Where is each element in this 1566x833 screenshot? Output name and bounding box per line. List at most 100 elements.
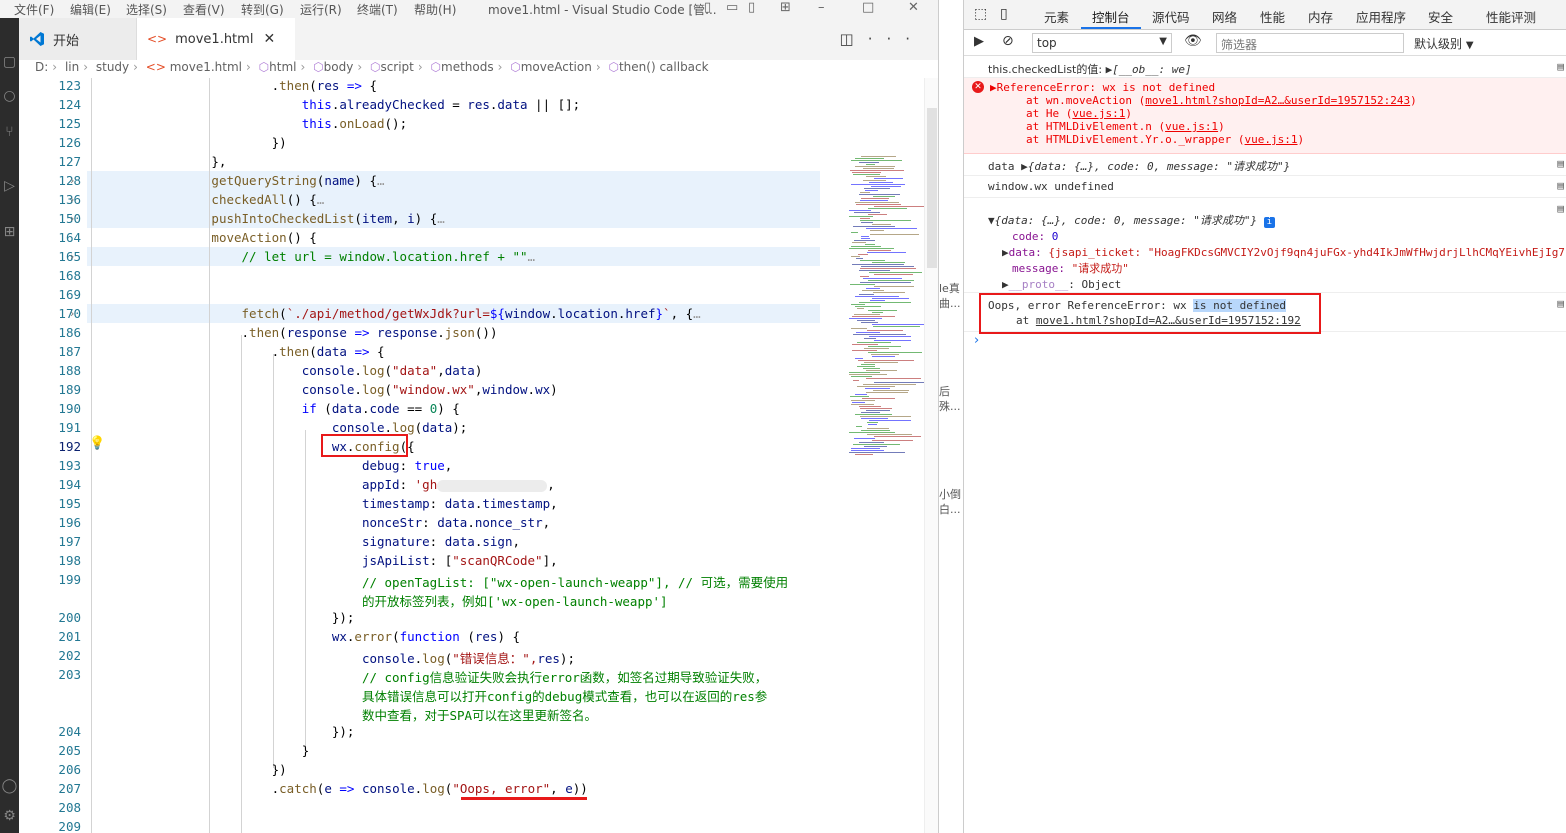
source-control-icon[interactable]: ⑂: [0, 124, 19, 148]
tab-network[interactable]: 网络: [1212, 7, 1237, 26]
manage-gear-icon[interactable]: ⚙: [0, 808, 19, 832]
stack-frame: at HTMLDivElement.n (vue.js:1): [1026, 120, 1225, 133]
split-editor-icon[interactable]: ◫: [840, 30, 868, 48]
device-toolbar-icon[interactable]: ▯: [1000, 6, 1008, 22]
crumb-lin[interactable]: lin: [65, 60, 79, 74]
strip-text: 小倒: [939, 488, 961, 501]
tab-move1-html[interactable]: <> move1.html ✕: [137, 18, 295, 60]
console-message[interactable]: this.checkedList的值: ▶[__ob__: we] ▤: [964, 58, 1566, 78]
console-message[interactable]: data ▶{data: {…}, code: 0, message: "请求成…: [964, 155, 1566, 176]
expand-triangle-icon[interactable]: ▶: [1002, 246, 1009, 259]
menu-help[interactable]: 帮助(H): [414, 1, 456, 18]
menu-selection[interactable]: 选择(S): [126, 1, 167, 18]
chevron-down-icon: ▼: [1465, 40, 1474, 51]
crumb-study[interactable]: study: [96, 60, 129, 74]
close-tab-icon[interactable]: ✕: [263, 31, 275, 47]
crumb-drive[interactable]: D:: [35, 60, 48, 74]
log-level-select[interactable]: 默认级别 ▼: [1414, 35, 1474, 52]
tab-memory[interactable]: 内存: [1308, 7, 1333, 26]
source-link[interactable]: vue.js:1: [1165, 120, 1218, 133]
tab-lighthouse[interactable]: 性能评测: [1486, 7, 1536, 26]
line-number: 189: [58, 382, 81, 397]
code-line: console.log(data);: [331, 420, 468, 435]
message-menu-icon[interactable]: ▤: [1557, 157, 1564, 170]
code-line: }: [91, 743, 310, 758]
sidebar-toggle-icon[interactable]: ▶: [974, 34, 984, 49]
expand-triangle-icon[interactable]: ▶: [1002, 278, 1009, 291]
editor-scrollbar[interactable]: [924, 78, 938, 833]
editor-actions: ◫···: [840, 30, 925, 48]
message-menu-icon[interactable]: ▤: [1557, 296, 1564, 311]
tab-performance[interactable]: 性能: [1260, 7, 1285, 26]
object-preview[interactable]: [__ob__: we]: [1112, 63, 1191, 76]
fold-chevron-icon[interactable]: ›: [70, 174, 74, 187]
context-select[interactable]: top ▼: [1032, 33, 1172, 53]
line-number: 208: [58, 800, 81, 815]
expand-triangle-icon[interactable]: ▶: [990, 81, 997, 94]
line-number: 205: [58, 743, 81, 758]
tab-elements[interactable]: 元素: [1044, 7, 1069, 26]
code-line: });: [91, 724, 355, 739]
crumb-moveaction[interactable]: moveAction: [521, 60, 592, 74]
source-link[interactable]: vue.js:1: [1072, 107, 1125, 120]
collapse-triangle-icon[interactable]: ▼: [988, 214, 995, 227]
line-number: 203: [58, 667, 81, 682]
devtools-panel: ⬚ ▯ 元素 控制台 源代码 网络 性能 内存 应用程序 安全 性能评测 ▶ ⊘…: [964, 0, 1566, 833]
search-icon[interactable]: ○: [0, 88, 19, 112]
menu-terminal[interactable]: 终端(T): [357, 1, 398, 18]
fold-chevron-icon[interactable]: ›: [70, 212, 74, 225]
menu-edit[interactable]: 编辑(E): [70, 1, 111, 18]
panel-toggle-icon[interactable]: ▭: [726, 0, 738, 15]
console-error[interactable]: ✕ ▶ReferenceError: wx is not defined at …: [964, 78, 1566, 154]
menu-run[interactable]: 运行(R): [300, 1, 342, 18]
info-icon[interactable]: i: [1263, 217, 1275, 228]
fold-chevron-icon[interactable]: ›: [70, 307, 74, 320]
menu-file[interactable]: 文件(F): [14, 1, 54, 18]
code-editor[interactable]: 123 124 125 126 127 128 136 150 164 165 168 169 170 1…: [19, 78, 938, 833]
code-line: moveAction() {: [211, 230, 317, 245]
explorer-icon[interactable]: ▢: [0, 54, 19, 78]
run-debug-icon[interactable]: ▷: [0, 178, 19, 202]
code-line: .then(data => {: [91, 344, 385, 359]
tab-console[interactable]: 控制台: [1092, 7, 1130, 26]
console-prompt-icon[interactable]: ›: [974, 333, 979, 348]
crumb-script[interactable]: script: [380, 60, 413, 74]
expand-triangle-icon[interactable]: ▶: [1021, 160, 1028, 173]
menu-view[interactable]: 查看(V): [183, 1, 225, 18]
source-link[interactable]: move1.html?shopId=A2…&userId=1957152:243: [1145, 94, 1410, 107]
source-link[interactable]: vue.js:1: [1245, 133, 1298, 146]
minimize-icon[interactable]: –: [818, 0, 825, 15]
crumb-body[interactable]: body: [324, 60, 354, 74]
more-actions-icon[interactable]: ···: [868, 30, 924, 48]
sidebar-toggle-icon[interactable]: ▯: [748, 0, 755, 15]
message-menu-icon[interactable]: ▤: [1557, 60, 1564, 73]
message-menu-icon[interactable]: ▤: [1557, 179, 1564, 192]
crumb-then-callback[interactable]: then() callback: [619, 60, 709, 74]
account-icon[interactable]: ◯: [0, 778, 19, 802]
code-line: // let url = window.location.href + ""…: [241, 249, 536, 264]
menu-go[interactable]: 转到(G): [241, 1, 284, 18]
eye-icon[interactable]: 👁: [1184, 33, 1202, 49]
inspect-element-icon[interactable]: ⬚: [974, 6, 987, 22]
tab-security[interactable]: 安全: [1428, 7, 1453, 26]
filter-input[interactable]: 筛选器: [1216, 33, 1404, 53]
message-menu-icon[interactable]: ▤: [1557, 201, 1564, 217]
tab-start[interactable]: 开始: [19, 18, 137, 60]
tab-application[interactable]: 应用程序: [1356, 7, 1406, 26]
crumb-file[interactable]: move1.html: [170, 60, 242, 74]
close-window-icon[interactable]: ✕: [908, 0, 919, 15]
object-preview[interactable]: {data: {…}, code: 0, message: "请求成功"}: [1028, 160, 1291, 173]
maximize-icon[interactable]: □: [862, 0, 874, 15]
clear-console-icon[interactable]: ⊘: [1002, 33, 1014, 49]
extensions-icon[interactable]: ⊞: [0, 224, 19, 248]
fold-chevron-icon[interactable]: ›: [70, 193, 74, 206]
customize-layout-icon[interactable]: ⊞: [780, 0, 791, 15]
fold-chevron-icon[interactable]: ›: [70, 250, 74, 263]
wx-config-highlight-box: [321, 434, 408, 457]
tab-sources[interactable]: 源代码: [1152, 7, 1190, 26]
crumb-html[interactable]: html: [269, 60, 296, 74]
layout-icon[interactable]: ▯: [704, 0, 711, 15]
prop-key: code:: [1012, 230, 1052, 243]
console-expanded-object[interactable]: ▤ ▼{data: {…}, code: 0, message: "请求成功"}…: [964, 199, 1566, 293]
crumb-methods[interactable]: methods: [441, 60, 494, 74]
